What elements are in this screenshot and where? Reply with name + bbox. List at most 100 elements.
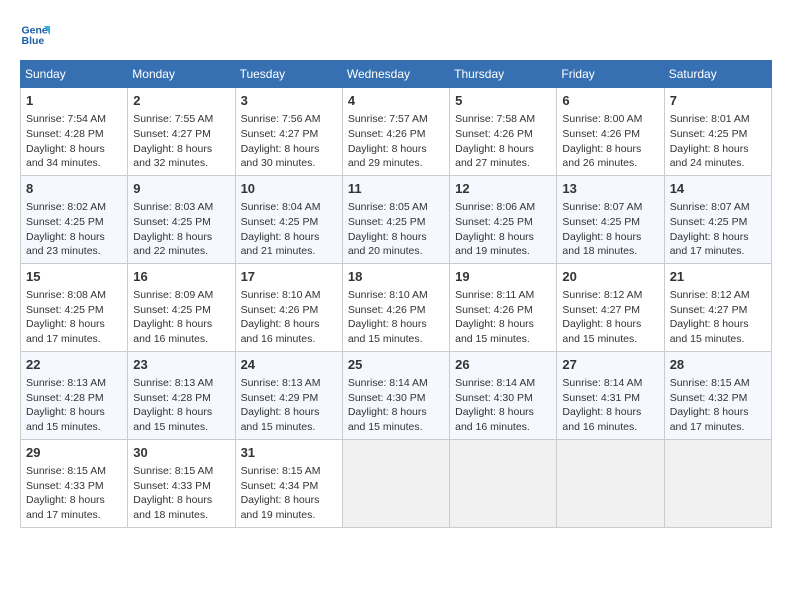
sunset-label: Sunset: 4:25 PM [670, 216, 748, 228]
day-number: 9 [133, 180, 229, 198]
logo-icon: General Blue [20, 20, 50, 50]
sunset-label: Sunset: 4:26 PM [348, 304, 426, 316]
daylight-label: Daylight: 8 hours and 15 minutes. [455, 318, 534, 345]
sunrise-label: Sunrise: 7:58 AM [455, 113, 535, 125]
calendar-cell: 25 Sunrise: 8:14 AM Sunset: 4:30 PM Dayl… [342, 351, 449, 439]
sunset-label: Sunset: 4:28 PM [133, 392, 211, 404]
daylight-label: Daylight: 8 hours and 27 minutes. [455, 143, 534, 170]
calendar-cell: 27 Sunrise: 8:14 AM Sunset: 4:31 PM Dayl… [557, 351, 664, 439]
calendar-cell: 2 Sunrise: 7:55 AM Sunset: 4:27 PM Dayli… [128, 88, 235, 176]
day-number: 13 [562, 180, 658, 198]
calendar-cell [557, 439, 664, 527]
svg-text:Blue: Blue [22, 35, 45, 47]
day-number: 11 [348, 180, 444, 198]
day-header-thursday: Thursday [450, 61, 557, 88]
calendar-cell: 30 Sunrise: 8:15 AM Sunset: 4:33 PM Dayl… [128, 439, 235, 527]
daylight-label: Daylight: 8 hours and 23 minutes. [26, 231, 105, 258]
sunset-label: Sunset: 4:25 PM [133, 304, 211, 316]
sunrise-label: Sunrise: 8:10 AM [241, 289, 321, 301]
daylight-label: Daylight: 8 hours and 15 minutes. [26, 406, 105, 433]
calendar-week-4: 22 Sunrise: 8:13 AM Sunset: 4:28 PM Dayl… [21, 351, 772, 439]
day-number: 31 [241, 444, 337, 462]
sunrise-label: Sunrise: 8:15 AM [26, 465, 106, 477]
calendar-cell: 9 Sunrise: 8:03 AM Sunset: 4:25 PM Dayli… [128, 175, 235, 263]
sunset-label: Sunset: 4:27 PM [133, 128, 211, 140]
sunset-label: Sunset: 4:27 PM [241, 128, 319, 140]
day-number: 10 [241, 180, 337, 198]
day-number: 4 [348, 92, 444, 110]
calendar-cell: 24 Sunrise: 8:13 AM Sunset: 4:29 PM Dayl… [235, 351, 342, 439]
sunrise-label: Sunrise: 8:11 AM [455, 289, 534, 301]
calendar-week-2: 8 Sunrise: 8:02 AM Sunset: 4:25 PM Dayli… [21, 175, 772, 263]
calendar-cell: 23 Sunrise: 8:13 AM Sunset: 4:28 PM Dayl… [128, 351, 235, 439]
sunrise-label: Sunrise: 8:00 AM [562, 113, 642, 125]
sunrise-label: Sunrise: 8:09 AM [133, 289, 213, 301]
sunrise-label: Sunrise: 8:14 AM [348, 377, 428, 389]
daylight-label: Daylight: 8 hours and 20 minutes. [348, 231, 427, 258]
sunrise-label: Sunrise: 8:14 AM [455, 377, 535, 389]
logo: General Blue [20, 20, 54, 50]
sunrise-label: Sunrise: 8:15 AM [670, 377, 750, 389]
sunrise-label: Sunrise: 8:14 AM [562, 377, 642, 389]
calendar-cell: 3 Sunrise: 7:56 AM Sunset: 4:27 PM Dayli… [235, 88, 342, 176]
sunset-label: Sunset: 4:27 PM [670, 304, 748, 316]
day-header-friday: Friday [557, 61, 664, 88]
sunrise-label: Sunrise: 8:04 AM [241, 201, 321, 213]
day-number: 21 [670, 268, 766, 286]
sunrise-label: Sunrise: 8:03 AM [133, 201, 213, 213]
sunrise-label: Sunrise: 7:56 AM [241, 113, 321, 125]
calendar-cell: 16 Sunrise: 8:09 AM Sunset: 4:25 PM Dayl… [128, 263, 235, 351]
sunrise-label: Sunrise: 8:01 AM [670, 113, 750, 125]
calendar-cell: 14 Sunrise: 8:07 AM Sunset: 4:25 PM Dayl… [664, 175, 771, 263]
day-number: 19 [455, 268, 551, 286]
sunset-label: Sunset: 4:25 PM [455, 216, 533, 228]
calendar-cell: 28 Sunrise: 8:15 AM Sunset: 4:32 PM Dayl… [664, 351, 771, 439]
calendar-cell: 7 Sunrise: 8:01 AM Sunset: 4:25 PM Dayli… [664, 88, 771, 176]
day-header-wednesday: Wednesday [342, 61, 449, 88]
day-number: 26 [455, 356, 551, 374]
day-header-sunday: Sunday [21, 61, 128, 88]
day-number: 29 [26, 444, 122, 462]
sunset-label: Sunset: 4:26 PM [455, 304, 533, 316]
daylight-label: Daylight: 8 hours and 19 minutes. [241, 494, 320, 521]
sunset-label: Sunset: 4:25 PM [670, 128, 748, 140]
daylight-label: Daylight: 8 hours and 16 minutes. [241, 318, 320, 345]
day-number: 12 [455, 180, 551, 198]
sunrise-label: Sunrise: 8:05 AM [348, 201, 428, 213]
calendar-cell: 21 Sunrise: 8:12 AM Sunset: 4:27 PM Dayl… [664, 263, 771, 351]
daylight-label: Daylight: 8 hours and 16 minutes. [455, 406, 534, 433]
sunrise-label: Sunrise: 7:55 AM [133, 113, 213, 125]
daylight-label: Daylight: 8 hours and 26 minutes. [562, 143, 641, 170]
day-number: 1 [26, 92, 122, 110]
calendar-cell: 5 Sunrise: 7:58 AM Sunset: 4:26 PM Dayli… [450, 88, 557, 176]
page-header: General Blue [20, 20, 772, 50]
daylight-label: Daylight: 8 hours and 15 minutes. [562, 318, 641, 345]
day-number: 28 [670, 356, 766, 374]
daylight-label: Daylight: 8 hours and 24 minutes. [670, 143, 749, 170]
calendar-cell: 1 Sunrise: 7:54 AM Sunset: 4:28 PM Dayli… [21, 88, 128, 176]
sunset-label: Sunset: 4:25 PM [562, 216, 640, 228]
daylight-label: Daylight: 8 hours and 16 minutes. [133, 318, 212, 345]
day-number: 3 [241, 92, 337, 110]
sunrise-label: Sunrise: 8:07 AM [562, 201, 642, 213]
calendar-table: SundayMondayTuesdayWednesdayThursdayFrid… [20, 60, 772, 528]
calendar-week-1: 1 Sunrise: 7:54 AM Sunset: 4:28 PM Dayli… [21, 88, 772, 176]
daylight-label: Daylight: 8 hours and 15 minutes. [348, 318, 427, 345]
daylight-label: Daylight: 8 hours and 17 minutes. [670, 406, 749, 433]
calendar-cell: 4 Sunrise: 7:57 AM Sunset: 4:26 PM Dayli… [342, 88, 449, 176]
day-number: 25 [348, 356, 444, 374]
daylight-label: Daylight: 8 hours and 34 minutes. [26, 143, 105, 170]
sunrise-label: Sunrise: 8:07 AM [670, 201, 750, 213]
sunrise-label: Sunrise: 7:57 AM [348, 113, 428, 125]
day-header-tuesday: Tuesday [235, 61, 342, 88]
day-number: 24 [241, 356, 337, 374]
sunset-label: Sunset: 4:25 PM [26, 216, 104, 228]
day-number: 18 [348, 268, 444, 286]
day-number: 23 [133, 356, 229, 374]
day-number: 30 [133, 444, 229, 462]
daylight-label: Daylight: 8 hours and 18 minutes. [562, 231, 641, 258]
day-number: 6 [562, 92, 658, 110]
daylight-label: Daylight: 8 hours and 15 minutes. [348, 406, 427, 433]
sunset-label: Sunset: 4:25 PM [348, 216, 426, 228]
calendar-cell: 29 Sunrise: 8:15 AM Sunset: 4:33 PM Dayl… [21, 439, 128, 527]
